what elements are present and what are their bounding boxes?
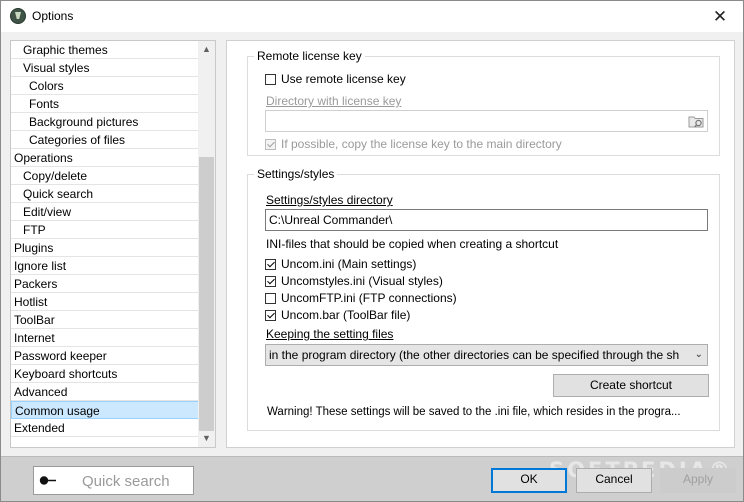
remote-license-group: Remote license key Use remote license ke… xyxy=(247,49,720,156)
create-shortcut-button[interactable]: Create shortcut xyxy=(553,374,709,397)
settings-dir-label: Settings/styles directory xyxy=(266,193,393,207)
tree-item[interactable]: Common usage xyxy=(11,401,199,419)
settings-panel: Remote license key Use remote license ke… xyxy=(226,40,735,448)
settings-styles-title: Settings/styles xyxy=(254,167,338,181)
window-title: Options xyxy=(32,9,74,23)
tree-item[interactable]: Hotlist xyxy=(11,293,199,311)
copy-license-row[interactable]: If possible, copy the license key to the… xyxy=(265,136,562,152)
ini-file-row[interactable]: Uncom.bar (ToolBar file) xyxy=(265,307,410,323)
tree-item[interactable]: Edit/view xyxy=(11,203,199,221)
title-bar: Options ✕ xyxy=(1,1,743,32)
tree-item[interactable]: Colors xyxy=(11,77,199,95)
content-area: Graphic themes Visual styles Colors Fonts Ba… xyxy=(1,32,743,456)
keeping-files-select[interactable]: in the program directory (the other dire… xyxy=(265,344,708,366)
use-remote-key-row[interactable]: Use remote license key xyxy=(265,71,406,87)
browse-folder-icon[interactable] xyxy=(688,114,704,128)
tree-item[interactable]: Plugins xyxy=(11,239,199,257)
tree-item[interactable]: Copy/delete xyxy=(11,167,199,185)
tree-item[interactable]: Packers xyxy=(11,275,199,293)
license-dir-label: Directory with license key xyxy=(266,94,402,108)
quick-search-placeholder: Quick search xyxy=(82,473,170,490)
bottom-bar: Quick search SOFTPEDIA® OK Cancel Apply xyxy=(1,456,743,501)
use-remote-key-label: Use remote license key xyxy=(281,72,406,86)
ini-file-label: Uncom.bar (ToolBar file) xyxy=(281,308,411,322)
ini-file-checkbox[interactable] xyxy=(265,259,276,270)
copy-license-checkbox[interactable] xyxy=(265,139,276,150)
tree-item[interactable]: Ignore list xyxy=(11,257,199,275)
keeping-files-label: Keeping the setting files xyxy=(266,327,394,341)
use-remote-key-checkbox[interactable] xyxy=(265,74,276,85)
ini-file-label: UncomFTP.ini (FTP connections) xyxy=(281,291,457,305)
scroll-up-icon[interactable]: ▲ xyxy=(198,41,215,58)
tree-item[interactable]: Visual styles xyxy=(11,59,199,77)
tree-item[interactable]: Fonts xyxy=(11,95,199,113)
tree-item[interactable]: Advanced xyxy=(11,383,199,401)
copy-license-label: If possible, copy the license key to the… xyxy=(281,137,562,151)
ini-file-row[interactable]: UncomFTP.ini (FTP connections) xyxy=(265,290,457,306)
tree-item[interactable]: Password keeper xyxy=(11,347,199,365)
tree-item[interactable]: Extended xyxy=(11,419,199,437)
cancel-button[interactable]: Cancel xyxy=(576,468,652,493)
chevron-down-icon: ⌄ xyxy=(694,349,703,360)
ini-file-row[interactable]: Uncomstyles.ini (Visual styles) xyxy=(265,273,443,289)
ini-file-checkbox[interactable] xyxy=(265,293,276,304)
ini-file-checkbox[interactable] xyxy=(265,310,276,321)
keeping-files-value: in the program directory (the other dire… xyxy=(269,348,680,362)
tree-items: Graphic themes Visual styles Colors Fonts Ba… xyxy=(11,41,199,437)
search-toggle-icon[interactable] xyxy=(39,475,57,486)
ini-file-row[interactable]: Uncom.ini (Main settings) xyxy=(265,256,416,272)
app-icon xyxy=(10,8,26,24)
license-dir-input[interactable] xyxy=(265,110,708,132)
ini-file-label: Uncomstyles.ini (Visual styles) xyxy=(281,274,443,288)
tree-item[interactable]: Quick search xyxy=(11,185,199,203)
ok-button[interactable]: OK xyxy=(491,468,567,493)
scroll-thumb[interactable] xyxy=(199,157,214,431)
tree-item[interactable]: Graphic themes xyxy=(11,41,199,59)
tree-item[interactable]: Operations xyxy=(11,149,199,167)
scroll-down-icon[interactable]: ▼ xyxy=(198,430,215,447)
quick-search-box[interactable]: Quick search xyxy=(33,466,194,495)
options-tree: Graphic themes Visual styles Colors Fonts Ba… xyxy=(10,40,216,448)
ini-file-checkbox[interactable] xyxy=(265,276,276,287)
tree-item[interactable]: Internet xyxy=(11,329,199,347)
options-window: Options ✕ Graphic themes Visual styles Col… xyxy=(0,0,744,502)
tree-scrollbar[interactable]: ▲ ▼ xyxy=(198,41,215,447)
ini-files-heading: INI-files that should be copied when cre… xyxy=(266,237,559,251)
tree-item[interactable]: FTP xyxy=(11,221,199,239)
tree-item[interactable]: Categories of files xyxy=(11,131,199,149)
tree-item[interactable]: Background pictures xyxy=(11,113,199,131)
apply-button[interactable]: Apply xyxy=(660,468,736,493)
tree-item[interactable]: Keyboard shortcuts xyxy=(11,365,199,383)
ini-file-label: Uncom.ini (Main settings) xyxy=(281,257,417,271)
tree-item[interactable]: ToolBar xyxy=(11,311,199,329)
settings-styles-group: Settings/styles Settings/styles director… xyxy=(247,167,720,431)
settings-dir-input[interactable]: C:\Unreal Commander\ xyxy=(265,209,708,231)
remote-license-title: Remote license key xyxy=(254,49,365,63)
settings-warning: Warning! These settings will be saved to… xyxy=(267,406,681,418)
close-button[interactable]: ✕ xyxy=(697,1,743,32)
